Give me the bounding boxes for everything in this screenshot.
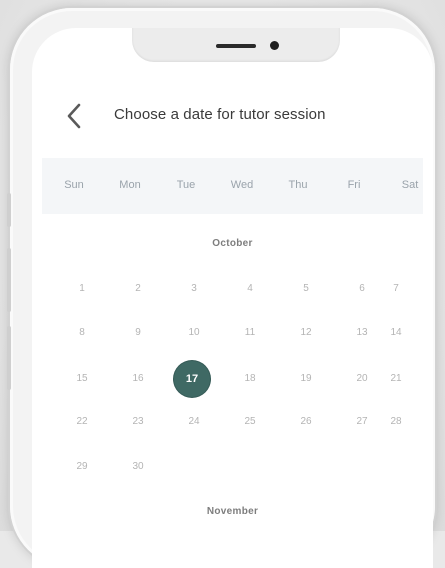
day-cell[interactable]: 1 (64, 271, 100, 307)
day-cell[interactable]: 19 (288, 361, 324, 397)
weekday-label: Sat (401, 179, 419, 191)
weekday-header: Sun Mon Tue Wed Thu Fri Sat (42, 158, 423, 214)
speaker-grille (216, 44, 256, 48)
day-cell[interactable]: 16 (120, 361, 156, 397)
day-cell[interactable]: 11 (232, 315, 268, 351)
day-cell[interactable]: 12 (288, 315, 324, 351)
weekday-label: Mon (119, 179, 141, 191)
day-cell[interactable]: 13 (344, 315, 380, 351)
day-cell[interactable]: 28 (378, 404, 414, 440)
day-cell[interactable]: 21 (378, 361, 414, 397)
day-cell[interactable]: 2 (120, 271, 156, 307)
phone-side-button (7, 326, 11, 390)
day-cell[interactable]: 25 (232, 404, 268, 440)
weekday-label: Sun (64, 179, 84, 191)
front-camera (270, 41, 279, 50)
day-cell-selected[interactable]: 17 (174, 361, 210, 397)
phone-frame: Choose a date for tutor session Sun Mon … (7, 8, 435, 568)
day-cell[interactable]: 15 (64, 361, 100, 397)
weekday-label: Tue (176, 179, 196, 191)
page-title: Choose a date for tutor session (114, 106, 326, 123)
day-cell[interactable]: 30 (120, 449, 156, 485)
weekday-label: Fri (347, 179, 361, 191)
day-cell[interactable]: 7 (378, 271, 414, 307)
day-cell[interactable]: 10 (176, 315, 212, 351)
day-cell[interactable]: 24 (176, 404, 212, 440)
app-screen: Choose a date for tutor session Sun Mon … (32, 28, 433, 568)
day-cell[interactable]: 14 (378, 315, 414, 351)
back-button[interactable] (60, 100, 90, 132)
phone-side-button (7, 193, 11, 227)
chevron-left-icon (67, 103, 81, 129)
month-label-november: November (206, 506, 259, 517)
day-cell[interactable]: 8 (64, 315, 100, 351)
day-cell[interactable]: 22 (64, 404, 100, 440)
screen-header: Choose a date for tutor session (32, 94, 433, 138)
weekday-label: Thu (288, 179, 308, 191)
day-cell[interactable]: 23 (120, 404, 156, 440)
day-cell[interactable]: 26 (288, 404, 324, 440)
phone-side-button (7, 248, 11, 312)
day-cell[interactable]: 9 (120, 315, 156, 351)
day-cell[interactable]: 3 (176, 271, 212, 307)
day-cell[interactable]: 29 (64, 449, 100, 485)
day-cell[interactable]: 6 (344, 271, 380, 307)
day-cell[interactable]: 5 (288, 271, 324, 307)
phone-notch (132, 28, 340, 62)
day-cell[interactable]: 27 (344, 404, 380, 440)
weekday-label: Wed (230, 179, 254, 191)
day-cell[interactable]: 20 (344, 361, 380, 397)
month-label-october: October (212, 238, 253, 249)
day-cell[interactable]: 18 (232, 361, 268, 397)
day-cell[interactable]: 4 (232, 271, 268, 307)
